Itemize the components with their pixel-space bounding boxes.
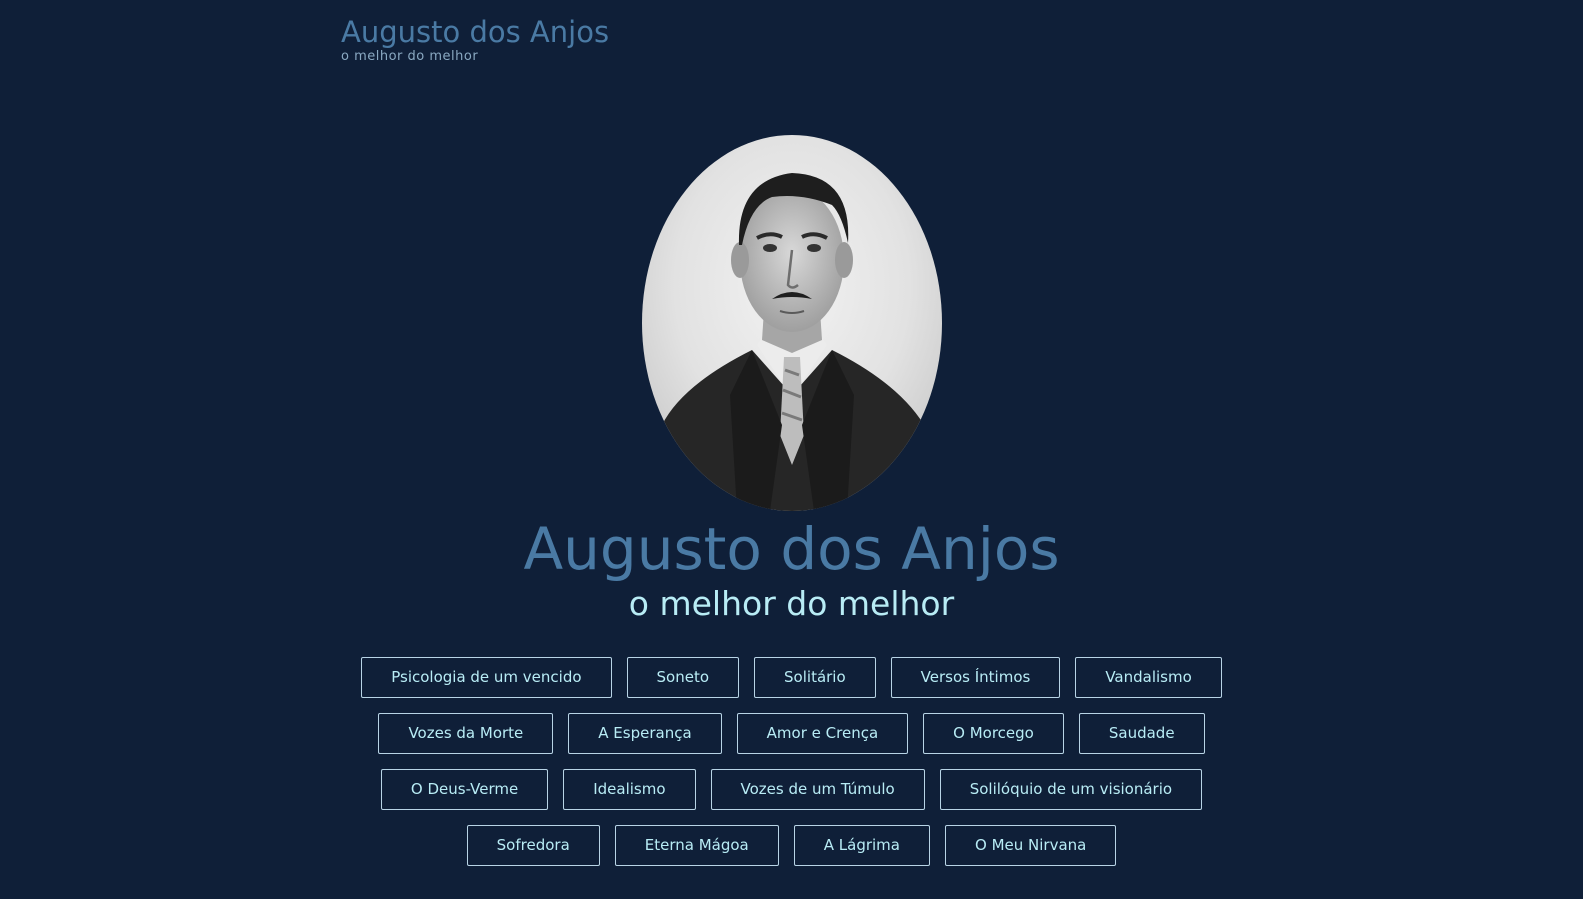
site-header: Augusto dos Anjos o melhor do melhor	[341, 14, 609, 64]
poem-button[interactable]: Eterna Mágoa	[614, 825, 779, 866]
poem-button[interactable]: Vozes da Morte	[378, 713, 554, 754]
poem-button[interactable]: Soneto	[626, 657, 740, 698]
poem-button[interactable]: A Esperança	[568, 713, 722, 754]
poem-button[interactable]: A Lágrima	[793, 825, 930, 866]
poem-button[interactable]: Idealismo	[563, 769, 696, 810]
poem-button-row: O Deus-Verme Idealismo Vozes de um Túmulo S…	[0, 769, 1583, 810]
poem-button-row: Psicologia de um vencido Soneto Solitário V…	[0, 657, 1583, 698]
poem-button[interactable]: O Deus-Verme	[380, 769, 549, 810]
poem-button[interactable]: Amor e Crença	[736, 713, 909, 754]
poem-button-list: Psicologia de um vencido Soneto Solitário V…	[0, 657, 1583, 881]
poem-button[interactable]: Versos Íntimos	[890, 657, 1061, 698]
poem-button-row: Sofredora Eterna Mágoa A Lágrima O Meu Nirv…	[0, 825, 1583, 866]
poem-button[interactable]: Vozes de um Túmulo	[710, 769, 925, 810]
poem-button[interactable]: Solitário	[754, 657, 876, 698]
site-subtitle: o melhor do melhor	[341, 49, 479, 64]
poem-button[interactable]: Solilóquio de um visionário	[939, 769, 1203, 810]
poem-button[interactable]: O Meu Nirvana	[945, 825, 1117, 866]
author-portrait	[642, 135, 942, 511]
poem-button[interactable]: O Morcego	[923, 713, 1064, 754]
site-title[interactable]: Augusto dos Anjos	[341, 14, 609, 50]
hero-title: Augusto dos Anjos	[523, 515, 1060, 583]
poem-button[interactable]: Saudade	[1078, 713, 1205, 754]
hero-subtitle: o melhor do melhor	[628, 584, 955, 623]
poem-button[interactable]: Sofredora	[466, 825, 600, 866]
poem-button[interactable]: Vandalismo	[1075, 657, 1222, 698]
poem-button-row: Vozes da Morte A Esperança Amor e Crença O …	[0, 713, 1583, 754]
poem-button[interactable]: Psicologia de um vencido	[361, 657, 612, 698]
